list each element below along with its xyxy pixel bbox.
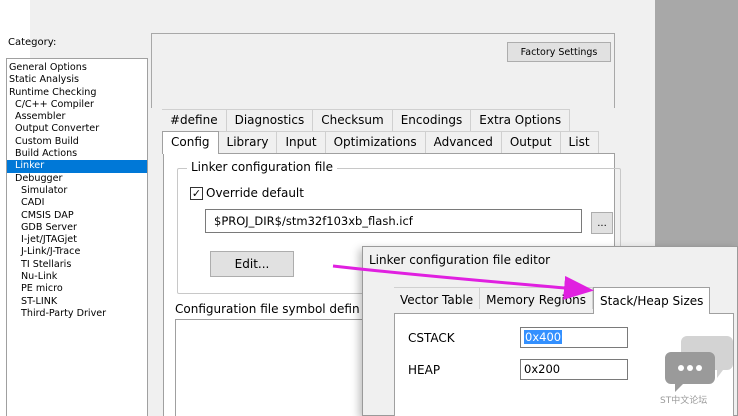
category-label: Category: <box>8 37 57 48</box>
category-item-third-party-driver[interactable]: Third-Party Driver <box>7 308 147 320</box>
category-item-cmsis-dap[interactable]: CMSIS DAP <box>7 210 147 222</box>
tab-extra-options[interactable]: Extra Options <box>471 109 571 131</box>
watermark-text: ST中文论坛 <box>660 396 708 406</box>
category-item-assembler[interactable]: Assembler <box>7 111 147 123</box>
tab-list[interactable]: List <box>560 131 599 153</box>
editor-tab-memory-regions[interactable]: Memory Regions <box>480 287 594 309</box>
heap-label: HEAP <box>408 363 441 377</box>
category-item-gdb-server[interactable]: GDB Server <box>7 222 147 234</box>
linker-config-group-title: Linker configuration file <box>187 159 337 175</box>
factory-settings-button[interactable]: Factory Settings <box>507 42 611 62</box>
override-default-label[interactable]: Override default <box>206 185 304 201</box>
category-item-debugger[interactable]: Debugger <box>7 173 147 185</box>
category-item-st-link[interactable]: ST-LINK <box>7 296 147 308</box>
category-item-linker[interactable]: Linker <box>7 160 147 173</box>
tab-diagnostics[interactable]: Diagnostics <box>226 109 314 131</box>
tab-row-bottom: Config Library Input Optimizations Advanced O… <box>162 131 599 154</box>
editor-tab-row: Vector Table Memory Regions Stack/Heap Siz… <box>394 287 711 314</box>
cstack-input[interactable]: 0x400 <box>520 327 628 348</box>
category-item-general-options[interactable]: General Options <box>7 62 147 74</box>
browse-button[interactable]: ... <box>591 212 613 234</box>
category-item-build-actions[interactable]: Build Actions <box>7 148 147 160</box>
category-item-i-jet-jtagjet[interactable]: I-jet/JTAGjet <box>7 234 147 246</box>
category-item-pe-micro[interactable]: PE micro <box>7 283 147 295</box>
tab-input[interactable]: Input <box>277 131 326 153</box>
tab-checksum[interactable]: Checksum <box>313 109 393 131</box>
category-item-j-link-j-trace[interactable]: J-Link/J-Trace <box>7 246 147 258</box>
tab-row-top: #define Diagnostics Checksum Encodings Extra… <box>162 109 571 131</box>
symbol-definitions-list[interactable] <box>175 319 371 416</box>
category-item-nu-link[interactable]: Nu-Link <box>7 271 147 283</box>
category-item-cadi[interactable]: CADI <box>7 197 147 209</box>
edit-button[interactable]: Edit... <box>210 251 294 277</box>
category-item-simulator[interactable]: Simulator <box>7 185 147 197</box>
override-default-checkbox[interactable]: ✓ <box>190 187 203 200</box>
category-list[interactable]: General Options Static Analysis Runtime Ch… <box>6 58 148 416</box>
cstack-label: CSTACK <box>408 331 455 345</box>
tab-advanced[interactable]: Advanced <box>425 131 502 153</box>
cstack-value: 0x400 <box>524 330 563 344</box>
heap-input[interactable]: 0x200 <box>520 359 628 380</box>
tab-output[interactable]: Output <box>501 131 561 153</box>
editor-tab-vector-table[interactable]: Vector Table <box>394 287 481 309</box>
editor-title: Linker configuration file editor <box>369 253 551 267</box>
category-item-custom-build[interactable]: Custom Build <box>7 136 147 148</box>
category-item-runtime-checking[interactable]: Runtime Checking <box>7 87 147 99</box>
editor-tab-stack-heap-sizes[interactable]: Stack/Heap Sizes <box>593 287 711 314</box>
config-file-path-input[interactable]: $PROJ_DIR$/stm32f103xb_flash.icf <box>205 209 582 233</box>
tab-encodings[interactable]: Encodings <box>392 109 472 131</box>
category-item-ti-stellaris[interactable]: TI Stellaris <box>7 259 147 271</box>
chat-bubble-icon <box>665 336 733 392</box>
tab-define[interactable]: #define <box>162 109 227 131</box>
symbol-definitions-label: Configuration file symbol defin <box>175 302 360 316</box>
tab-optimizations[interactable]: Optimizations <box>325 131 426 153</box>
category-item-output-converter[interactable]: Output Converter <box>7 123 147 135</box>
category-item-static-analysis[interactable]: Static Analysis <box>7 74 147 86</box>
tab-config[interactable]: Config <box>162 131 219 154</box>
category-item-c-c-compiler[interactable]: C/C++ Compiler <box>7 99 147 111</box>
tab-library[interactable]: Library <box>218 131 278 153</box>
